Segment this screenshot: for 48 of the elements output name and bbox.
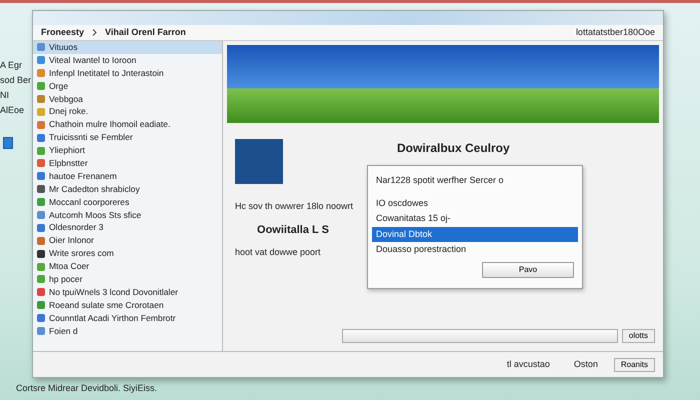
breadcrumb-link[interactable]: Froneesty: [41, 26, 84, 40]
body-text: Hc sov th owwrer 18lo noowrt: [235, 200, 351, 213]
status-text: Oston: [572, 358, 599, 371]
sidebar-item[interactable]: Infenpl Inetitatel to Jnterastoin: [33, 66, 222, 80]
sidebar-item[interactable]: Counntlat Acadi Yirthon Fembrotr: [33, 312, 222, 325]
sidebar-item[interactable]: Oier Inlonor: [33, 234, 222, 248]
sidebar-item[interactable]: Vebbgoa: [33, 92, 222, 106]
breadcrumb-link[interactable]: Vihail Orenl Farron: [105, 26, 186, 40]
sidebar-item[interactable]: Autcomh Moos Sts sfice: [33, 208, 222, 222]
sidebar-item[interactable]: Orge: [33, 80, 222, 93]
sidebar-item[interactable]: Dnej roke.: [33, 105, 222, 118]
sidebar-item[interactable]: Roeand sulate sme Crorotaen: [33, 298, 222, 312]
sidebar-item[interactable]: Elpbnstter: [33, 157, 222, 170]
desktop-label: A Egr: [0, 61, 24, 70]
sidebar-item[interactable]: Moccanl coorporeres: [33, 196, 222, 209]
status-text: tl avcustao: [506, 358, 551, 371]
body-text: Oowiitalla L S: [256, 222, 330, 238]
status-text: Cortsre Midrear Devidboli. SiyiEiss.: [15, 382, 158, 395]
sidebar-item[interactable]: Mr Cadedton shrabicloy: [33, 182, 222, 196]
field-button[interactable]: olotts: [622, 329, 655, 343]
sidebar-item[interactable]: Vituuos: [33, 41, 222, 54]
sidebar-item[interactable]: hautoe Frenanem: [33, 170, 222, 183]
document-icon: [3, 137, 13, 149]
dialog-option[interactable]: Dovinal Dbtok: [372, 226, 578, 242]
desktop-label: NI: [0, 91, 10, 100]
chevron-icon: [92, 29, 98, 36]
desktop-label: sod Ber: [0, 76, 32, 85]
dialog-option[interactable]: Cowanitatas 15 oj-: [372, 211, 578, 226]
dialog-button[interactable]: Pavo: [482, 262, 574, 278]
sidebar-item[interactable]: Yliephiort: [33, 144, 222, 158]
sidebar-item[interactable]: Foien d: [33, 324, 222, 338]
sidebar-item[interactable]: Oldesnorder 3: [33, 221, 222, 234]
sidebar-item[interactable]: hp pocer: [33, 273, 222, 286]
dialog-option[interactable]: IO oscdowes: [372, 196, 578, 211]
sidebar-item[interactable]: No tpuiWnels 3 lcond Dovonitlaler: [33, 286, 222, 299]
body-text: hoot vat dowwe poort: [235, 246, 322, 259]
input-field[interactable]: [342, 329, 618, 343]
dialog-title: Nar1228 spotit werfher Sercer o: [375, 174, 505, 187]
sidebar-item[interactable]: Chathoin mulre Ihomoil eadiate.: [33, 118, 222, 132]
sidebar-item[interactable]: Write srores com: [33, 247, 222, 260]
desktop-label: AlEoe: [0, 106, 26, 115]
status-button[interactable]: Roanits: [614, 358, 655, 372]
heading: Dowiralbux Ceulroy: [396, 140, 511, 157]
sidebar-item[interactable]: Truicissnti se Fembler: [33, 131, 222, 144]
dialog-option[interactable]: Douasso porestraction: [372, 242, 578, 258]
sidebar-item[interactable]: Mtoa Coer: [33, 260, 222, 274]
sidebar-item[interactable]: Viteal Iwantel to Ioroon: [33, 54, 222, 67]
address-text[interactable]: lottatatstber180Ooe: [576, 26, 655, 40]
